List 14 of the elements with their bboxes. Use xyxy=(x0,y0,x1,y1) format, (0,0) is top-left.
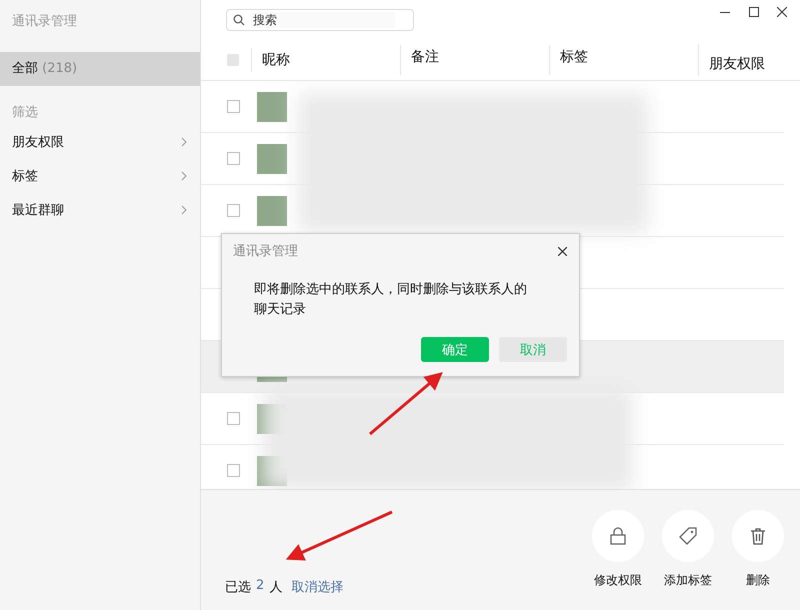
dialog-message: 即将删除选中的联系人，同时删除与该联系人的聊天记录 xyxy=(254,281,527,319)
selected-label: 已选 xyxy=(225,579,251,596)
action-label: 删除 xyxy=(746,572,770,589)
column-header: 昵称 xyxy=(262,51,290,69)
app-title: 通讯录管理 xyxy=(11,13,78,31)
selected-count: 2 xyxy=(256,578,264,595)
selected-unit: 人 xyxy=(269,579,282,596)
filter-heading: 筛选 xyxy=(11,104,39,122)
column-header: 标签 xyxy=(560,48,588,66)
dialog-title: 通讯录管理 xyxy=(233,243,298,260)
action-label: 修改权限 xyxy=(594,572,642,589)
action-label: 添加标签 xyxy=(664,572,712,589)
column-header: 备注 xyxy=(411,48,439,66)
column-header: 朋友权限 xyxy=(709,55,765,73)
